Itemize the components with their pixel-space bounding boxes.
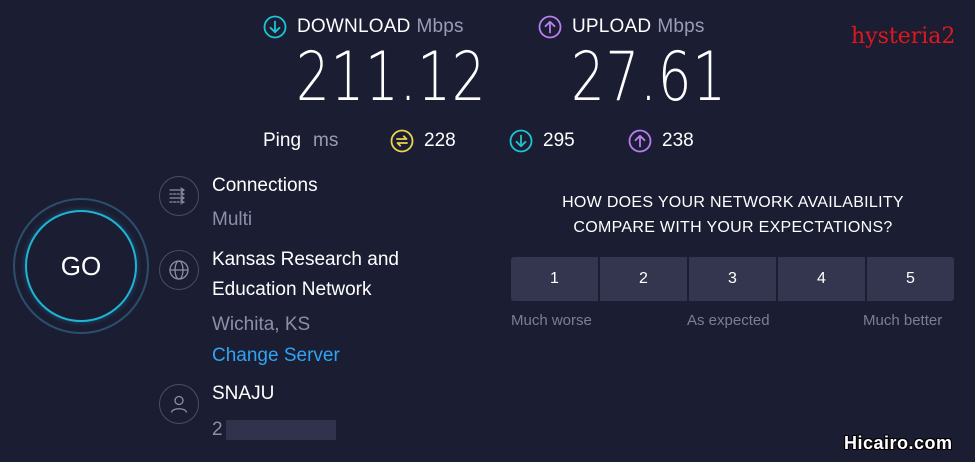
idle-latency-icon <box>390 129 414 153</box>
go-button-ring: GO <box>13 198 149 334</box>
rating-option-3[interactable]: 3 <box>689 257 776 301</box>
rating-label-low: Much worse <box>511 312 592 329</box>
rating-option-2[interactable]: 2 <box>600 257 687 301</box>
upload-arrow-icon <box>538 15 562 39</box>
rating-option-5[interactable]: 5 <box>867 257 954 301</box>
go-button[interactable]: GO <box>25 210 137 322</box>
server-name-line1: Kansas Research and <box>212 249 399 270</box>
ping-idle: 228 <box>390 129 456 153</box>
rating-label-mid: As expected <box>687 312 770 329</box>
survey-question-line1: HOW DOES YOUR NETWORK AVAILABILITY <box>562 194 904 211</box>
isp-ip: 2 <box>212 419 223 440</box>
download-label: DOWNLOAD <box>297 16 411 37</box>
change-server-link[interactable]: Change Server <box>212 345 340 367</box>
ping-row: Ping ms <box>263 130 338 152</box>
globe-icon <box>169 260 189 280</box>
connections-value: Multi <box>212 209 253 230</box>
rating-option-1[interactable]: 1 <box>511 257 598 301</box>
download-unit: Mbps <box>416 16 464 37</box>
rating-option-4[interactable]: 4 <box>778 257 865 301</box>
upload-latency-icon <box>628 129 652 153</box>
ping-upload-value: 238 <box>662 130 694 151</box>
rating-label-high: Much better <box>863 312 943 329</box>
download-arrow-icon <box>263 15 287 39</box>
survey-question: HOW DOES YOUR NETWORK AVAILABILITY COMPA… <box>503 190 963 240</box>
isp-user-icon-wrap <box>159 384 199 424</box>
multi-connection-icon <box>169 187 186 205</box>
user-icon <box>170 395 188 413</box>
download-latency-icon <box>509 129 533 153</box>
rating-scale: 1 2 3 4 5 <box>511 257 954 301</box>
download-speed-value: 211.12 <box>296 38 487 117</box>
ping-unit: ms <box>313 130 339 151</box>
ping-upload: 238 <box>628 129 694 153</box>
connections-title: Connections <box>212 175 318 196</box>
connections-icon <box>159 176 199 216</box>
upload-header: UPLOAD Mbps <box>538 15 705 39</box>
ping-download: 295 <box>509 129 575 153</box>
upload-speed-value: 27.61 <box>571 38 727 117</box>
upload-label: UPLOAD <box>572 16 652 37</box>
isp-name: SNAJU <box>212 383 275 404</box>
ping-label: Ping <box>263 130 302 151</box>
ping-idle-value: 228 <box>424 130 456 151</box>
download-header: DOWNLOAD Mbps <box>263 15 464 39</box>
site-watermark: Hicairo.com <box>844 433 953 453</box>
ping-download-value: 295 <box>543 130 575 151</box>
survey-question-line2: COMPARE WITH YOUR EXPECTATIONS? <box>573 219 893 236</box>
server-location: Wichita, KS <box>212 314 311 335</box>
ip-redaction-mask <box>226 420 336 440</box>
hysteria2-watermark: hysteria2 <box>851 24 956 49</box>
upload-unit: Mbps <box>657 16 705 37</box>
server-name-line2: Education Network <box>212 279 372 300</box>
server-globe-icon-wrap <box>159 250 199 290</box>
